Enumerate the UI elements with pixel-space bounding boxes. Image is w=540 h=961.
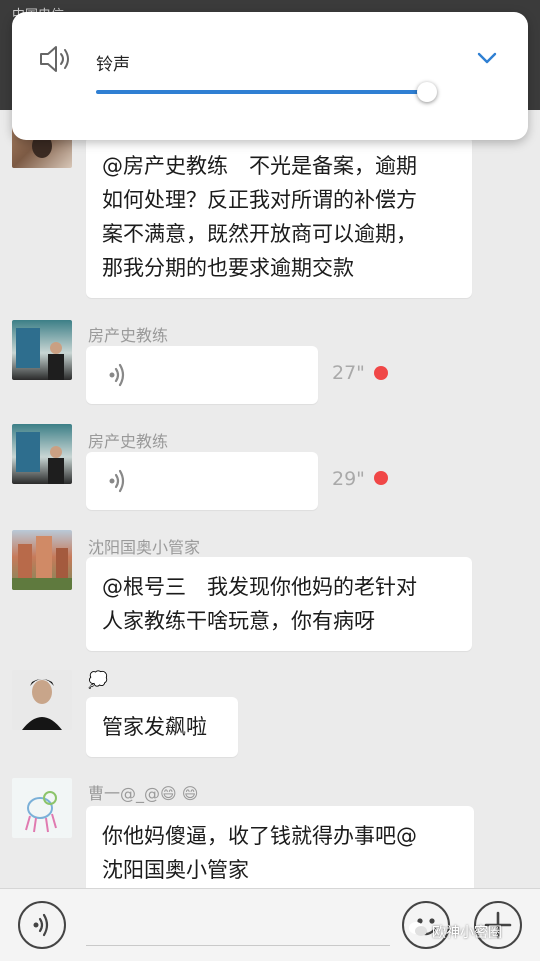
message-line: @根号三 我发现你他妈的老针对	[102, 575, 417, 599]
message-line: 管家发飙啦	[102, 715, 207, 739]
sender-name: 沈阳国奥小管家	[88, 538, 201, 557]
message-line: 沈阳国奥小管家	[102, 858, 249, 882]
voice-wave-icon	[109, 363, 125, 387]
voice-message-bubble[interactable]	[86, 346, 318, 404]
wechat-watermark-icon	[409, 922, 427, 936]
unread-dot	[374, 471, 388, 485]
unread-dot	[374, 366, 388, 380]
chevron-down-icon[interactable]	[476, 48, 498, 68]
message-bubble[interactable]: @根号三 我发现你他妈的老针对 人家教练干啥玩意，你有病呀	[86, 557, 472, 651]
voice-duration: 29"	[332, 468, 365, 490]
message-line: 如何处理？反正我对所谓的补偿方	[102, 188, 417, 212]
voice-toggle-button[interactable]	[18, 901, 66, 949]
avatar[interactable]	[12, 670, 72, 730]
message-bubble[interactable]: 你他妈傻逼，收了钱就得办事吧@ 沈阳国奥小管家	[86, 806, 474, 900]
volume-slider-thumb[interactable]	[417, 82, 437, 102]
speaker-icon[interactable]	[38, 44, 72, 74]
volume-stream-label: 铃声	[96, 55, 130, 75]
message-line: 你他妈傻逼，收了钱就得办事吧@	[102, 824, 417, 848]
sender-name: 房产史教练	[88, 326, 169, 345]
message-line: 那我分期的也要求逾期交款	[102, 256, 354, 280]
voice-message-bubble[interactable]	[86, 452, 318, 510]
sender-name: 曹一@_@😄 😄	[88, 784, 199, 803]
message-line: 人家教练干啥玩意，你有病呀	[102, 609, 375, 633]
avatar[interactable]	[12, 320, 72, 380]
avatar[interactable]	[12, 778, 72, 838]
voice-toggle-icon	[33, 913, 49, 937]
message-line: 案不满意，既然开放商可以逾期，	[102, 222, 417, 246]
avatar[interactable]	[12, 530, 72, 590]
watermark-text: 欧神小密圈	[432, 925, 502, 941]
message-bubble[interactable]: @房产史教练 不光是备案，逾期 如何处理？反正我对所谓的补偿方 案不满意，既然开…	[86, 136, 472, 298]
message-bubble[interactable]: 管家发飙啦	[86, 697, 238, 757]
volume-slider-track[interactable]	[96, 90, 427, 94]
message-line: @房产史教练 不光是备案，逾期	[102, 154, 417, 178]
sender-name: 💭	[88, 670, 108, 689]
avatar[interactable]	[12, 424, 72, 484]
message-input[interactable]	[86, 945, 390, 946]
sender-name: 房产史教练	[88, 432, 169, 451]
volume-panel: 铃声	[12, 12, 528, 140]
voice-duration: 27"	[332, 362, 365, 384]
voice-wave-icon	[109, 469, 125, 493]
